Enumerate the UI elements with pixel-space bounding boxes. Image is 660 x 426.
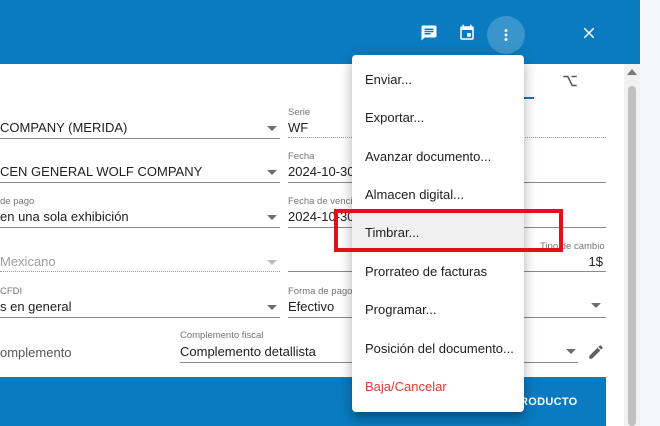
top-app-bar	[0, 0, 640, 64]
calendar-icon[interactable]	[456, 22, 478, 44]
moneda-value: Mexicano	[0, 254, 56, 269]
close-icon[interactable]	[578, 22, 600, 44]
uso-cfdi-value: s en general	[0, 299, 72, 314]
metodo-pago-label: de pago	[0, 196, 35, 207]
serie-label: Serie	[288, 107, 311, 118]
more-vert-icon	[504, 29, 508, 41]
complemento-fiscal-value: Complemento detallista	[180, 344, 316, 359]
metodo-pago-field[interactable]	[0, 227, 280, 228]
chevron-down-icon[interactable]	[566, 349, 576, 354]
forma-pago-label: Forma de pago	[288, 286, 352, 297]
add-product-button[interactable]: RODUCTO	[520, 396, 578, 408]
complemento-option[interactable]: omplemento	[0, 345, 170, 360]
vencimiento-label: Fecha de venci	[288, 196, 352, 207]
scroll-up-arrow-icon[interactable]	[627, 69, 637, 75]
menu-item-almacen-digital[interactable]: Almacen digital...	[352, 175, 524, 213]
moneda-field	[0, 271, 280, 272]
metodo-pago-value: en una sola exhibición	[0, 209, 129, 224]
chevron-down-icon[interactable]	[267, 215, 277, 220]
highlight-box	[334, 209, 563, 252]
serie-value: WF	[288, 120, 309, 135]
chevron-down-icon	[267, 260, 277, 265]
complemento-fiscal-label: Complemento fiscal	[180, 330, 264, 341]
comment-icon[interactable]	[418, 22, 440, 44]
menu-item-prorrateo-facturas[interactable]: Prorrateo de facturas	[352, 252, 524, 290]
menu-item-avanzar-documento[interactable]: Avanzar documento...	[352, 137, 524, 175]
uso-cfdi-label: CFDI	[0, 286, 23, 297]
more-vert-button[interactable]	[487, 16, 525, 54]
fecha-value: 2024-10-30	[288, 164, 352, 179]
tipo-cambio-value: 1$	[588, 254, 603, 269]
client-field[interactable]	[0, 182, 280, 183]
page-background-strip	[640, 0, 660, 426]
chevron-down-icon[interactable]	[591, 303, 601, 308]
chevron-down-icon[interactable]	[267, 126, 277, 131]
edit-icon[interactable]	[587, 343, 605, 361]
uso-cfdi-field[interactable]	[0, 317, 280, 318]
menu-item-baja-cancelar[interactable]: Baja/Cancelar	[352, 367, 524, 405]
chevron-down-icon[interactable]	[267, 170, 277, 175]
menu-item-posicion-documento[interactable]: Posición del documento...	[352, 329, 524, 367]
client-value: CEN GENERAL WOLF COMPANY	[0, 164, 203, 179]
forma-pago-value: Efectivo	[288, 299, 335, 314]
scrollbar-thumb[interactable]	[628, 86, 636, 426]
company-value: COMPANY (MERIDA)	[0, 120, 128, 135]
function-icon[interactable]	[561, 72, 579, 90]
company-field[interactable]	[0, 138, 280, 139]
menu-item-programar[interactable]: Programar...	[352, 290, 524, 328]
fecha-label: Fecha	[288, 151, 315, 162]
chevron-down-icon[interactable]	[267, 305, 277, 310]
menu-item-exportar[interactable]: Exportar...	[352, 98, 524, 136]
menu-item-enviar[interactable]: Enviar...	[352, 60, 524, 98]
